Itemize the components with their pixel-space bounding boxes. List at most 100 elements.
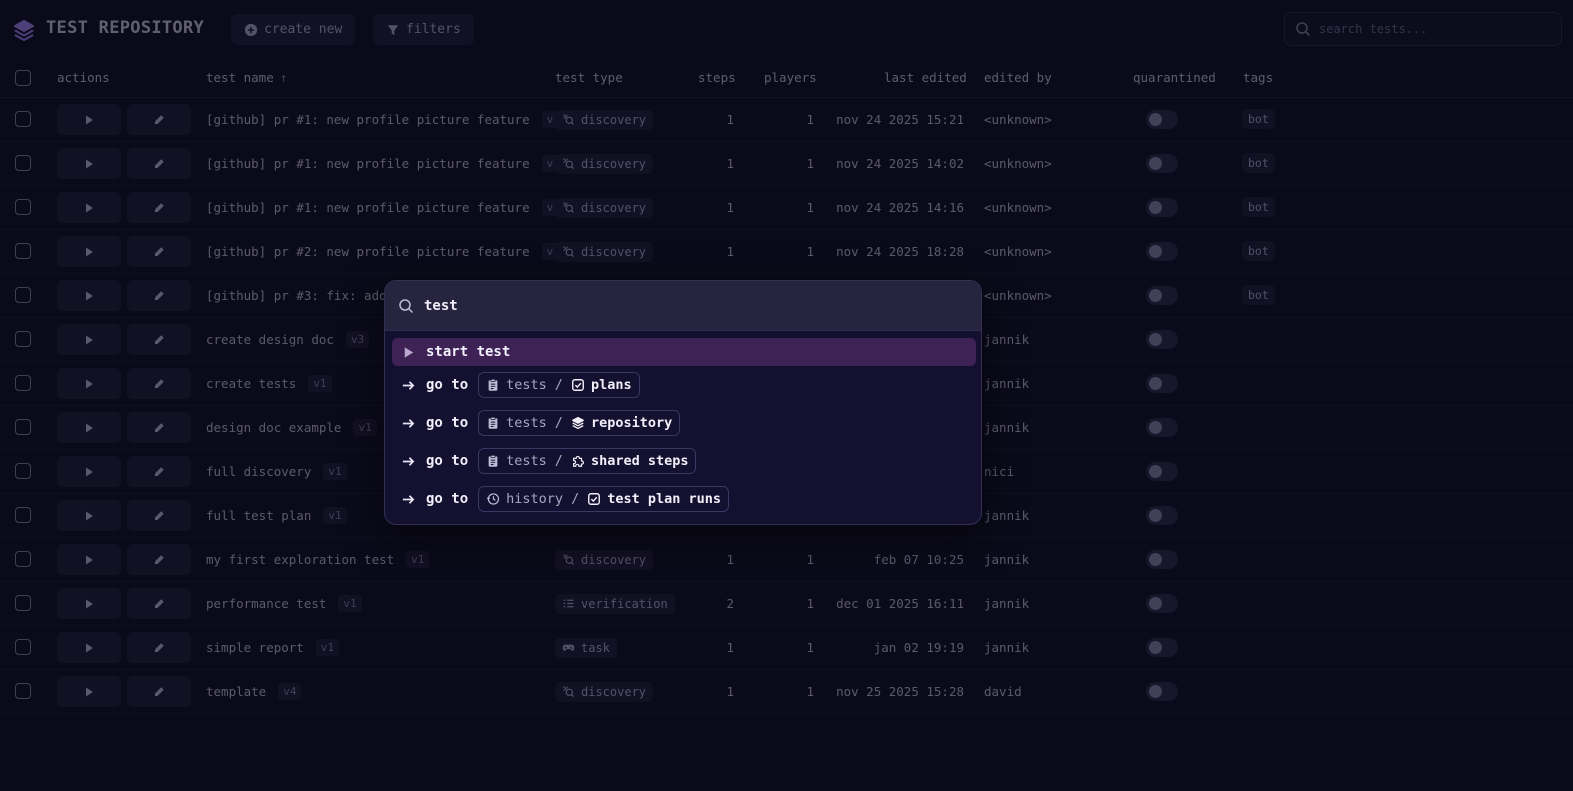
filters-button[interactable]: filters xyxy=(373,14,474,45)
test-type-badge: discovery xyxy=(555,681,654,702)
edit-test-button[interactable] xyxy=(127,324,191,355)
edit-test-button[interactable] xyxy=(127,192,191,223)
run-test-button[interactable] xyxy=(57,148,121,179)
edit-test-button[interactable] xyxy=(127,500,191,531)
command-search-input[interactable] xyxy=(424,297,944,314)
row-checkbox[interactable] xyxy=(15,507,31,523)
quarantine-toggle[interactable] xyxy=(1146,374,1178,393)
edit-test-button[interactable] xyxy=(127,412,191,443)
quarantine-toggle[interactable] xyxy=(1146,154,1178,173)
edit-test-button[interactable] xyxy=(127,456,191,487)
quarantine-toggle[interactable] xyxy=(1146,506,1178,525)
row-checkbox[interactable] xyxy=(15,419,31,435)
quarantine-toggle[interactable] xyxy=(1146,418,1178,437)
test-name-cell[interactable]: [github] pr #1: new profile picture feat… xyxy=(206,98,565,141)
quarantine-toggle[interactable] xyxy=(1146,242,1178,261)
quarantine-toggle[interactable] xyxy=(1146,638,1178,657)
test-name-cell[interactable]: [github] pr #1: new profile picture feat… xyxy=(206,186,565,229)
run-test-button[interactable] xyxy=(57,368,121,399)
row-checkbox[interactable] xyxy=(15,595,31,611)
run-test-button[interactable] xyxy=(57,544,121,575)
edit-test-button[interactable] xyxy=(127,104,191,135)
command-go-to-test-plan-runs[interactable]: go to history / test plan runs xyxy=(392,485,976,513)
edit-test-button[interactable] xyxy=(127,280,191,311)
steps-cell: 1 xyxy=(726,112,734,127)
table-row[interactable]: [github] pr #1: new profile picture feat… xyxy=(0,142,1573,186)
column-last-edited: last edited xyxy=(884,70,967,85)
test-name-cell[interactable]: create tests v1 xyxy=(206,362,332,405)
test-name-cell[interactable]: [github] pr #3: fix: add xyxy=(206,274,387,317)
run-test-button[interactable] xyxy=(57,192,121,223)
table-row[interactable]: [github] pr #1: new profile picture feat… xyxy=(0,98,1573,142)
run-test-button[interactable] xyxy=(57,676,121,707)
row-checkbox[interactable] xyxy=(15,111,31,127)
test-name-cell[interactable]: [github] pr #2: new profile picture feat… xyxy=(206,230,565,273)
row-checkbox[interactable] xyxy=(15,639,31,655)
run-test-button[interactable] xyxy=(57,324,121,355)
quarantine-toggle[interactable] xyxy=(1146,550,1178,569)
create-new-button[interactable]: create new xyxy=(231,14,356,45)
edit-test-button[interactable] xyxy=(127,544,191,575)
quarantine-toggle[interactable] xyxy=(1146,682,1178,701)
row-checkbox[interactable] xyxy=(15,551,31,567)
steps-cell: 1 xyxy=(726,552,734,567)
version-badge: v1 xyxy=(338,595,362,612)
test-type-cell: discovery xyxy=(555,538,654,581)
command-go-to-repository[interactable]: go to tests / repository xyxy=(392,409,976,437)
row-checkbox[interactable] xyxy=(15,155,31,171)
test-name-cell[interactable]: design doc example v1 xyxy=(206,406,377,449)
command-go-to-shared-steps[interactable]: go to tests / shared steps xyxy=(392,447,976,475)
row-checkbox[interactable] xyxy=(15,375,31,391)
table-row[interactable]: performance test v1 verification 2 1 dec 01 2… xyxy=(0,582,1573,626)
test-name-cell[interactable]: template v4 xyxy=(206,670,302,713)
select-all-checkbox[interactable] xyxy=(15,70,31,86)
play-icon xyxy=(86,643,93,652)
test-name-cell[interactable]: performance test v1 xyxy=(206,582,362,625)
table-row[interactable]: template v4 discovery 1 1 nov 25 2025 15:28 da… xyxy=(0,670,1573,714)
run-test-button[interactable] xyxy=(57,236,121,267)
test-name-cell[interactable]: full test plan v1 xyxy=(206,494,347,537)
quarantine-toggle[interactable] xyxy=(1146,594,1178,613)
quarantine-toggle[interactable] xyxy=(1146,286,1178,305)
test-name-cell[interactable]: [github] pr #1: new profile picture feat… xyxy=(206,142,565,185)
search-tests-box[interactable] xyxy=(1284,12,1562,46)
run-test-button[interactable] xyxy=(57,280,121,311)
row-checkbox[interactable] xyxy=(15,199,31,215)
edit-test-button[interactable] xyxy=(127,368,191,399)
edit-test-button[interactable] xyxy=(127,588,191,619)
test-name-cell[interactable]: my first exploration test v1 xyxy=(206,538,430,581)
run-test-button[interactable] xyxy=(57,500,121,531)
table-row[interactable]: my first exploration test v1 discovery 1 1 fe… xyxy=(0,538,1573,582)
command-go-to-plans[interactable]: go to tests / plans xyxy=(392,371,976,399)
row-checkbox[interactable] xyxy=(15,683,31,699)
row-checkbox[interactable] xyxy=(15,331,31,347)
quarantine-toggle[interactable] xyxy=(1146,110,1178,129)
quarantine-toggle[interactable] xyxy=(1146,462,1178,481)
edit-test-button[interactable] xyxy=(127,148,191,179)
edit-test-button[interactable] xyxy=(127,236,191,267)
search-tests-input[interactable] xyxy=(1319,22,1539,36)
edit-test-button[interactable] xyxy=(127,632,191,663)
test-name-cell[interactable]: simple report v1 xyxy=(206,626,340,669)
quarantine-toggle[interactable] xyxy=(1146,198,1178,217)
row-checkbox[interactable] xyxy=(15,243,31,259)
command-start-test[interactable]: start test xyxy=(392,338,976,366)
command-label: go to xyxy=(426,491,469,507)
run-test-button[interactable] xyxy=(57,632,121,663)
run-test-button[interactable] xyxy=(57,412,121,443)
table-row[interactable]: simple report v1 task 1 1 jan 02 19:19 jannik xyxy=(0,626,1573,670)
quarantine-toggle[interactable] xyxy=(1146,330,1178,349)
test-name-cell[interactable]: full discovery v1 xyxy=(206,450,347,493)
table-row[interactable]: [github] pr #1: new profile picture feat… xyxy=(0,186,1573,230)
row-checkbox[interactable] xyxy=(15,287,31,303)
version-badge: v1 xyxy=(353,419,377,436)
column-test-name[interactable]: test name ↑ xyxy=(206,70,287,85)
edit-test-button[interactable] xyxy=(127,676,191,707)
run-test-button[interactable] xyxy=(57,456,121,487)
row-checkbox[interactable] xyxy=(15,463,31,479)
run-test-button[interactable] xyxy=(57,588,121,619)
table-row[interactable]: [github] pr #2: new profile picture feat… xyxy=(0,230,1573,274)
run-test-button[interactable] xyxy=(57,104,121,135)
test-name-cell[interactable]: create design doc v3 xyxy=(206,318,370,361)
play-icon xyxy=(86,511,93,520)
